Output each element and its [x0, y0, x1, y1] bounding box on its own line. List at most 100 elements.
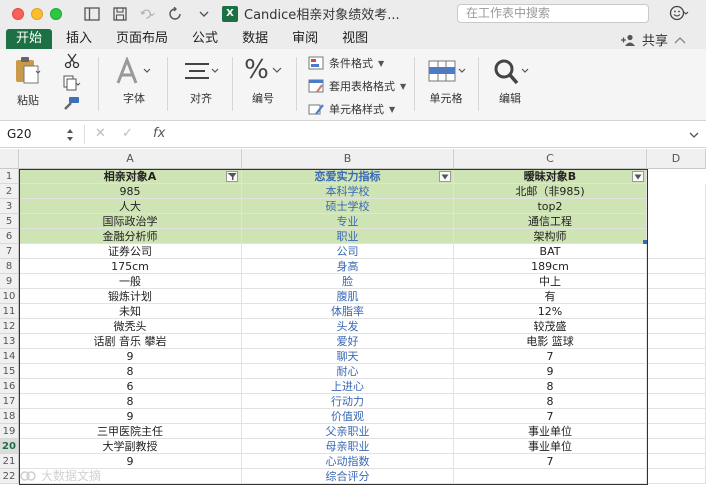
cell-styles-button[interactable]: 单元格样式 ▼	[308, 101, 395, 117]
customize-toolbar-chevron-icon[interactable]	[196, 6, 212, 22]
header-cell-b[interactable]: 恋爱实力指标	[242, 169, 454, 184]
row-header[interactable]: 1	[0, 169, 19, 184]
cell-a[interactable]: 微秃头	[19, 319, 242, 334]
format-painter-icon[interactable]	[63, 96, 81, 110]
cell-d[interactable]	[647, 424, 706, 439]
cell-a[interactable]: 一般	[19, 274, 242, 289]
cell-a[interactable]: 未知	[19, 304, 242, 319]
cell-d[interactable]	[647, 364, 706, 379]
cell-c[interactable]: 8	[454, 379, 647, 394]
cell-c[interactable]: 7	[454, 409, 647, 424]
cell-c[interactable]	[454, 469, 647, 484]
cell-a[interactable]: 175cm	[19, 259, 242, 274]
column-header-c[interactable]: C	[454, 149, 647, 169]
row-header[interactable]: 19	[0, 424, 19, 439]
sidebar-toggle-icon[interactable]	[84, 6, 100, 22]
cell-d[interactable]	[647, 349, 706, 364]
cell-a[interactable]: 9	[19, 409, 242, 424]
cell-b[interactable]: 耐心	[242, 364, 454, 379]
cell-a[interactable]: 8	[19, 364, 242, 379]
cell-b[interactable]: 公司	[242, 244, 454, 259]
font-group[interactable]: 字体	[108, 49, 160, 121]
formula-input[interactable]	[176, 125, 686, 144]
undo-icon[interactable]	[140, 6, 156, 22]
cell-c[interactable]: 7	[454, 454, 647, 469]
cell-c[interactable]: 事业单位	[454, 424, 647, 439]
cell-c[interactable]: 12%	[454, 304, 647, 319]
row-header[interactable]: 14	[0, 349, 19, 364]
row-header[interactable]: 6	[0, 229, 19, 244]
cell-c[interactable]: 北邮（非985)	[454, 184, 647, 199]
row-header[interactable]: 8	[0, 259, 19, 274]
cell-b[interactable]: 头发	[242, 319, 454, 334]
cell-b[interactable]: 综合评分	[242, 469, 454, 484]
row-header[interactable]: 2	[0, 184, 19, 199]
cell-a[interactable]: 三甲医院主任	[19, 424, 242, 439]
cell-a[interactable]: 人大	[19, 199, 242, 214]
cell-c[interactable]: 较茂盛	[454, 319, 647, 334]
cell-a[interactable]: 国际政治学	[19, 214, 242, 229]
column-header-a[interactable]: A	[19, 149, 242, 169]
smiley-feedback-icon[interactable]	[668, 3, 690, 23]
row-header[interactable]: 16	[0, 379, 19, 394]
search-input[interactable]: 在工作表中搜索	[457, 4, 649, 23]
cell-c[interactable]: 事业单位	[454, 439, 647, 454]
row-header[interactable]: 9	[0, 274, 19, 289]
cell-d[interactable]	[647, 304, 706, 319]
cell-c[interactable]: 7	[454, 349, 647, 364]
worksheet[interactable]: A B C D 1 相亲对象A 恋爱实力指标 暧昧对象B 2 985 本科学校 北邮（…	[0, 149, 706, 491]
tab-view[interactable]: 视图	[332, 29, 378, 49]
cell-d[interactable]	[647, 274, 706, 289]
cell-c[interactable]: 9	[454, 364, 647, 379]
cell-b[interactable]: 专业	[242, 214, 454, 229]
conditional-format-button[interactable]: 条件格式 ▼	[308, 55, 384, 71]
row-header[interactable]: 18	[0, 409, 19, 424]
row-header[interactable]: 5	[0, 214, 19, 229]
filter-dropdown-icon[interactable]	[439, 171, 451, 182]
row-header[interactable]: 12	[0, 319, 19, 334]
cell-d[interactable]	[647, 244, 706, 259]
tab-formulas[interactable]: 公式	[182, 29, 228, 49]
minimize-button[interactable]	[31, 7, 43, 20]
cell-c[interactable]: top2	[454, 199, 647, 214]
cell-a[interactable]: 证券公司	[19, 244, 242, 259]
cell-d[interactable]	[647, 454, 706, 469]
cell-d[interactable]	[647, 289, 706, 304]
confirm-icon[interactable]: ✓	[122, 126, 133, 141]
cell-a[interactable]: 大学副教授	[19, 439, 242, 454]
cell-b[interactable]: 行动力	[242, 394, 454, 409]
cell-b[interactable]: 价值观	[242, 409, 454, 424]
row-header[interactable]: 22	[0, 469, 19, 484]
cell-b[interactable]: 体脂率	[242, 304, 454, 319]
cell-b[interactable]: 脸	[242, 274, 454, 289]
cell-b[interactable]: 硕士学校	[242, 199, 454, 214]
cell-b[interactable]: 本科学校	[242, 184, 454, 199]
paste-group[interactable]: 粘贴	[8, 49, 48, 121]
cut-icon[interactable]	[64, 53, 80, 69]
cell-b[interactable]: 心动指数	[242, 454, 454, 469]
cell-d[interactable]	[647, 394, 706, 409]
zoom-button[interactable]	[50, 7, 62, 20]
collapse-ribbon-icon[interactable]	[672, 35, 688, 45]
select-all-corner[interactable]	[0, 149, 19, 169]
table-resize-handle[interactable]	[643, 240, 647, 244]
cell-d[interactable]	[647, 199, 706, 214]
row-header[interactable]: 10	[0, 289, 19, 304]
cell-c[interactable]: BAT	[454, 244, 647, 259]
cell-d[interactable]	[647, 184, 706, 199]
row-header[interactable]: 7	[0, 244, 19, 259]
align-group[interactable]: 对齐	[176, 49, 226, 121]
cell-a[interactable]: 话剧 音乐 攀岩	[19, 334, 242, 349]
cell-b[interactable]: 上进心	[242, 379, 454, 394]
cell-a[interactable]: 金融分析师	[19, 229, 242, 244]
tab-home[interactable]: 开始	[6, 29, 53, 49]
column-header-d[interactable]: D	[647, 149, 706, 169]
cell-b[interactable]: 身高	[242, 259, 454, 274]
row-header[interactable]: 11	[0, 304, 19, 319]
cell-a[interactable]: 9	[19, 349, 242, 364]
row-header[interactable]: 21	[0, 454, 19, 469]
cell-a[interactable]: 锻炼计划	[19, 289, 242, 304]
row-header[interactable]: 20	[0, 439, 19, 454]
filter-active-icon[interactable]	[226, 171, 238, 182]
name-box-stepper-icon[interactable]	[66, 128, 74, 142]
